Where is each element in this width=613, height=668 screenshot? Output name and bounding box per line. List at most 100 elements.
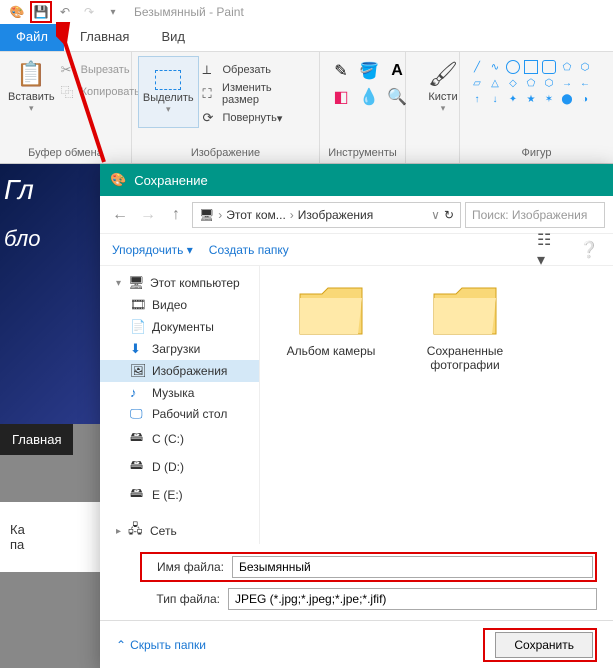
shapes-label: Фигур: [466, 143, 607, 159]
tools-group: ✎ 🪣 A ◧ 💧 🔍 Инструменты: [320, 52, 406, 163]
folder-view[interactable]: Альбом камеры Сохраненные фотографии: [260, 266, 613, 544]
pc-icon: 🖥: [128, 275, 146, 291]
document-tab: Главная: [0, 424, 73, 455]
dialog-nav: ← → ↑ 🖥 › Этот ком... › Изображения ∨ ↻ …: [100, 196, 613, 234]
view-options-icon[interactable]: ☷ ▾: [537, 238, 561, 262]
drive-icon: 🖴: [130, 456, 148, 478]
tree-drive-c[interactable]: 🖴C (C:): [100, 425, 259, 453]
tree-desktop[interactable]: 🖵Рабочий стол: [100, 403, 259, 425]
paste-icon: 📋: [16, 60, 46, 89]
documents-icon: 📄: [130, 319, 148, 335]
paste-button[interactable]: 📋 Вставить ▾: [6, 56, 57, 118]
file-tab[interactable]: Файл: [0, 24, 64, 51]
desktop-icon: 🖵: [130, 406, 148, 422]
filetype-label: Тип файла:: [140, 592, 220, 606]
filename-input[interactable]: [232, 556, 593, 578]
tree-this-pc[interactable]: ▾🖥Этот компьютер: [100, 272, 259, 294]
image-label: Изображение: [138, 143, 313, 159]
crop-button[interactable]: ⟂Обрезать: [199, 60, 314, 80]
video-icon: 🎞: [130, 297, 148, 313]
tree-documents[interactable]: 📄Документы: [100, 316, 259, 338]
organize-button[interactable]: Упорядочить ▾: [112, 243, 193, 257]
resize-icon: ⛶: [203, 86, 219, 102]
back-icon[interactable]: ←: [108, 203, 132, 227]
image-group: Выделить ▾ ⟂Обрезать ⛶Изменить размер ⟳П…: [132, 52, 320, 163]
hide-folders-button[interactable]: ⌃ Скрыть папки: [116, 638, 206, 652]
tree-music[interactable]: ♪Музыка: [100, 382, 259, 403]
folder-icon: [296, 282, 366, 338]
home-tab[interactable]: Главная: [64, 24, 145, 51]
clipboard-label: Буфер обмена: [6, 143, 125, 159]
select-icon: [155, 70, 181, 90]
dialog-body: ▾🖥Этот компьютер 🎞Видео 📄Документы ⬇Загр…: [100, 266, 613, 544]
cut-icon: ✂: [61, 62, 77, 78]
filetype-row: Тип файла:: [140, 588, 597, 610]
paint-app-icon: 🎨: [6, 1, 28, 23]
tree-videos[interactable]: 🎞Видео: [100, 294, 259, 316]
up-icon[interactable]: ↑: [164, 203, 188, 227]
pc-icon: 🖥: [199, 208, 214, 222]
new-folder-button[interactable]: Создать папку: [209, 243, 289, 257]
brushes-group: 🖌 Кисти ▾: [406, 52, 460, 163]
pencil-icon[interactable]: ✎: [330, 60, 352, 82]
dialog-titlebar: 🎨 Сохранение: [100, 164, 613, 196]
folder-tree: ▾🖥Этот компьютер 🎞Видео 📄Документы ⬇Загр…: [100, 266, 260, 544]
network-icon: 🖧: [128, 520, 146, 542]
tree-downloads[interactable]: ⬇Загрузки: [100, 338, 259, 360]
save-icon[interactable]: 💾: [30, 1, 52, 23]
brush-icon: 🖌: [428, 60, 458, 89]
text-icon[interactable]: A: [386, 60, 408, 82]
forward-icon[interactable]: →: [136, 203, 160, 227]
copy-button[interactable]: ⿻Копировать: [57, 80, 144, 103]
pictures-icon: 🖼: [130, 363, 148, 379]
customize-qat-icon[interactable]: ▾: [102, 1, 124, 23]
document-title: Безымянный - Paint: [134, 5, 244, 19]
view-tab[interactable]: Вид: [145, 24, 201, 51]
tree-drive-d[interactable]: 🖴D (D:): [100, 453, 259, 481]
folder-icon: [430, 282, 500, 338]
save-dialog: 🎨 Сохранение ← → ↑ 🖥 › Этот ком... › Изо…: [100, 164, 613, 668]
eraser-icon[interactable]: ◧: [330, 86, 352, 108]
clipboard-group: 📋 Вставить ▾ ✂Вырезать ⿻Копировать Буфер…: [0, 52, 132, 163]
paint-icon: 🎨: [110, 172, 126, 188]
downloads-icon: ⬇: [130, 341, 148, 357]
ribbon: 📋 Вставить ▾ ✂Вырезать ⿻Копировать Буфер…: [0, 52, 613, 164]
cut-button[interactable]: ✂Вырезать: [57, 60, 144, 80]
drive-icon: 🖴: [130, 484, 148, 506]
crop-icon: ⟂: [203, 62, 219, 78]
breadcrumb[interactable]: 🖥 › Этот ком... › Изображения ∨ ↻: [192, 202, 461, 228]
rotate-button[interactable]: ⟳Повернуть ▾: [199, 108, 314, 128]
tree-network[interactable]: ▸🖧Сеть: [100, 517, 259, 544]
shapes-group: ╱∿⬠⬡ ▱△◇⬠⬡→← ↑↓✦★✶⬤◑ Фигур: [460, 52, 613, 163]
undo-icon[interactable]: ↶: [54, 1, 76, 23]
shapes-gallery[interactable]: ╱∿⬠⬡ ▱△◇⬠⬡→← ↑↓✦★✶⬤◑: [466, 56, 607, 110]
dialog-fields: Имя файла: Тип файла:: [100, 544, 613, 620]
drive-icon: 🖴: [130, 428, 148, 450]
fill-icon[interactable]: 🪣: [358, 60, 380, 82]
filename-label: Имя файла:: [144, 560, 224, 574]
filename-row: Имя файла:: [140, 552, 597, 582]
rotate-icon: ⟳: [203, 110, 219, 126]
tree-drive-e[interactable]: 🖴E (E:): [100, 481, 259, 509]
filetype-select[interactable]: [228, 588, 597, 610]
music-icon: ♪: [130, 385, 148, 400]
folder-camera-roll[interactable]: Альбом камеры: [276, 282, 386, 358]
redo-icon[interactable]: ↷: [78, 1, 100, 23]
search-input[interactable]: Поиск: Изображения: [465, 202, 605, 228]
folder-saved-pictures[interactable]: Сохраненные фотографии: [410, 282, 520, 372]
resize-button[interactable]: ⛶Изменить размер: [199, 80, 314, 108]
tree-pictures[interactable]: 🖼Изображения: [100, 360, 259, 382]
magnifier-icon[interactable]: 🔍: [386, 86, 408, 108]
save-button[interactable]: Сохранить: [495, 632, 593, 658]
chevron-up-icon: ⌃: [116, 638, 126, 652]
dialog-footer: ⌃ Скрыть папки Сохранить: [100, 620, 613, 668]
document-preview: Гл бло: [0, 164, 100, 424]
title-bar: 🎨 💾 ↶ ↷ ▾ Безымянный - Paint: [0, 0, 613, 24]
dialog-title: Сохранение: [134, 173, 208, 188]
help-icon[interactable]: ❔: [577, 238, 601, 262]
tools-label: Инструменты: [326, 143, 399, 159]
picker-icon[interactable]: 💧: [358, 86, 380, 108]
copy-icon: ⿻: [61, 82, 77, 101]
refresh-icon[interactable]: ↻: [444, 208, 454, 222]
select-button[interactable]: Выделить ▾: [138, 56, 199, 128]
